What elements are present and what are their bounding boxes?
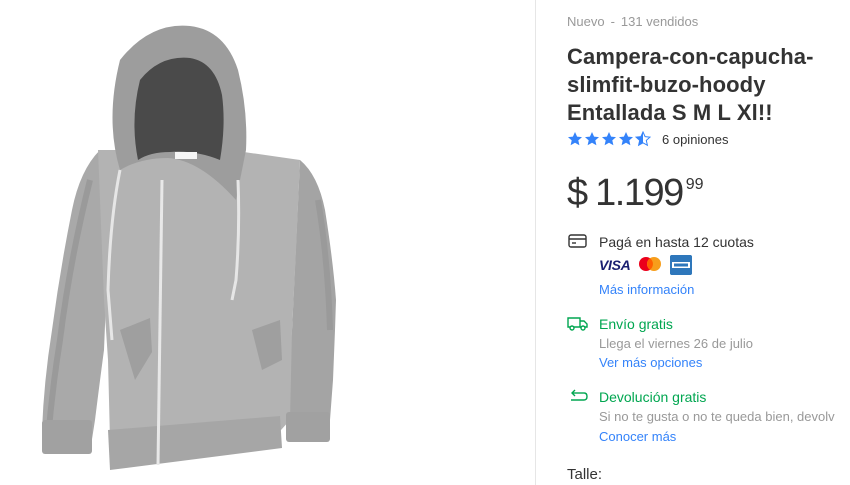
product-image[interactable] <box>0 0 535 485</box>
returns-detail: Si no te gusta o no te queda bien, devol… <box>599 409 835 424</box>
return-arrow-icon <box>571 389 588 401</box>
product-info-panel: Nuevo -131 vendidos Campera-con-capucha-s… <box>567 0 850 485</box>
price-cents: 99 <box>685 176 704 193</box>
amex-logo <box>670 255 693 275</box>
star-full-icon <box>568 132 582 146</box>
arrival-text: Llega el viernes 26 de julio <box>599 336 753 351</box>
credit-card-icon <box>568 234 587 248</box>
price-currency: $ <box>567 172 588 214</box>
more-info-link[interactable]: Más información <box>599 282 694 297</box>
returns-row: Devolución gratis <box>567 387 706 407</box>
sold-count: 131 vendidos <box>620 14 699 29</box>
free-shipping-text: Envío gratis <box>599 316 673 332</box>
star-full-icon <box>619 132 633 146</box>
visa-logo: VISA <box>599 257 631 273</box>
star-full-icon <box>585 132 599 146</box>
payment-methods: VISA <box>599 255 693 275</box>
product-rating[interactable]: 6 opiniones <box>567 131 729 147</box>
subtitle-separator: - <box>610 14 615 29</box>
free-returns-text: Devolución gratis <box>599 389 707 405</box>
product-title: Campera-con-capucha-slimfit-buzo-hoody E… <box>567 44 814 125</box>
star-half-icon <box>635 131 651 147</box>
price-integer: 1.199 <box>595 172 684 214</box>
rating-stars <box>567 131 651 147</box>
product-image-gallery[interactable] <box>0 0 535 485</box>
shipping-row: Envío gratis <box>567 314 673 334</box>
learn-more-link[interactable]: Conocer más <box>599 429 676 444</box>
reviews-count[interactable]: 6 opiniones <box>662 132 729 147</box>
panel-divider <box>535 0 536 485</box>
size-label: Talle: <box>567 466 603 483</box>
mastercard-logo <box>639 257 662 271</box>
product-price: $ 1.199 99 <box>567 170 704 216</box>
installments-text: Pagá en hasta 12 cuotas <box>599 234 754 250</box>
more-options-link[interactable]: Ver más opciones <box>599 355 702 370</box>
condition-label: Nuevo <box>567 14 605 29</box>
product-subtitle: Nuevo -131 vendidos <box>567 14 698 29</box>
installments-row: Pagá en hasta 12 cuotas <box>567 232 754 252</box>
star-full-icon <box>602 132 616 146</box>
truck-icon <box>567 317 588 331</box>
